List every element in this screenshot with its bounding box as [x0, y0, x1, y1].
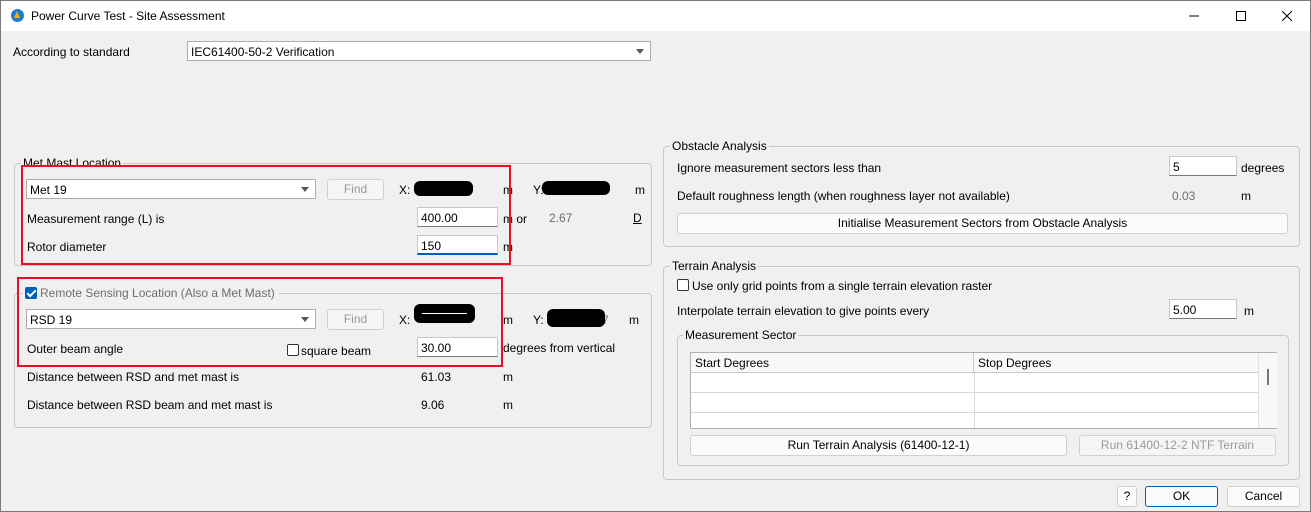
ignore-sectors-label: Ignore measurement sectors less than: [677, 161, 882, 175]
rsd-y-unit: m: [629, 313, 639, 327]
outer-beam-angle-unit: degrees from vertical: [503, 341, 616, 355]
interpolate-unit: m: [1244, 304, 1254, 318]
interpolate-input[interactable]: 5.00: [1169, 299, 1237, 319]
single-raster-label: Use only grid points from a single terra…: [692, 279, 993, 293]
obstacle-group-title: Obstacle Analysis: [670, 139, 769, 153]
ok-button[interactable]: OK: [1145, 486, 1218, 507]
standard-select[interactable]: IEC61400-50-2 Verification: [187, 41, 651, 61]
single-raster-checkbox[interactable]: [677, 279, 689, 291]
minimize-button[interactable]: [1171, 1, 1217, 31]
close-button[interactable]: [1264, 1, 1310, 31]
title-bar: Power Curve Test - Site Assessment: [1, 1, 1310, 31]
app-icon: [11, 9, 24, 22]
rsd-x-unit: m: [503, 313, 513, 327]
measurement-sector-title: Measurement Sector: [683, 328, 799, 342]
col-header-stop[interactable]: Stop Degrees: [974, 353, 1258, 373]
roughness-label: Default roughness length (when roughness…: [677, 189, 1010, 203]
standard-label: According to standard: [13, 45, 130, 59]
ignore-sectors-unit: degrees: [1241, 161, 1285, 175]
column-divider: [974, 373, 975, 428]
roughness-value: 0.03: [1172, 189, 1196, 203]
terrain-group-title: Terrain Analysis: [670, 259, 759, 273]
measurement-range-d-value: 2.67: [549, 211, 573, 225]
col-header-start[interactable]: Start Degrees: [691, 353, 974, 373]
run-ntf-terrain-button[interactable]: Run 61400-12-2 NTF Terrain: [1079, 435, 1276, 456]
sector-table[interactable]: Start Degrees Stop Degrees: [690, 352, 1277, 429]
maximize-icon: [1236, 11, 1246, 21]
highlight-box-met-mast: [21, 165, 511, 265]
highlight-box-rsd: [17, 277, 503, 367]
maximize-button[interactable]: [1218, 1, 1264, 31]
dist-rsd-mast-value: 61.03: [421, 370, 452, 384]
interpolate-label: Interpolate terrain elevation to give po…: [677, 304, 930, 318]
dist-rsd-mast-label: Distance between RSD and met mast is: [27, 370, 240, 384]
roughness-unit: m: [1241, 189, 1251, 203]
minimize-icon: [1189, 15, 1199, 17]
help-button[interactable]: ?: [1117, 486, 1137, 507]
met-mast-y-unit: m: [635, 183, 645, 197]
run-terrain-button[interactable]: Run Terrain Analysis (61400-12-1): [690, 435, 1067, 456]
dist-rsd-mast-unit: m: [503, 370, 513, 384]
scrollbar-thumb[interactable]: [1267, 369, 1269, 385]
dist-rsd-beam-value: 9.06: [421, 398, 445, 412]
close-icon: [1282, 11, 1292, 21]
table-scrollbar[interactable]: [1258, 353, 1277, 428]
dist-rsd-beam-unit: m: [503, 398, 513, 412]
cancel-button[interactable]: Cancel: [1227, 486, 1300, 507]
measurement-range-d-unit: D: [633, 211, 642, 225]
rsd-y-label: Y:: [533, 313, 544, 327]
standard-select-value: IEC61400-50-2 Verification: [191, 45, 335, 59]
dist-rsd-beam-label: Distance between RSD beam and met mast i…: [27, 398, 273, 412]
dialog-window: Power Curve Test - Site Assessment Accor…: [0, 0, 1311, 512]
window-title: Power Curve Test - Site Assessment: [31, 9, 225, 23]
redacted-rsd-y-value: [547, 309, 605, 327]
ignore-sectors-input[interactable]: 5: [1169, 156, 1237, 176]
init-sectors-button[interactable]: Initialise Measurement Sectors from Obst…: [677, 213, 1288, 234]
redacted-y-value: [542, 181, 610, 195]
chevron-down-icon: [636, 49, 644, 54]
